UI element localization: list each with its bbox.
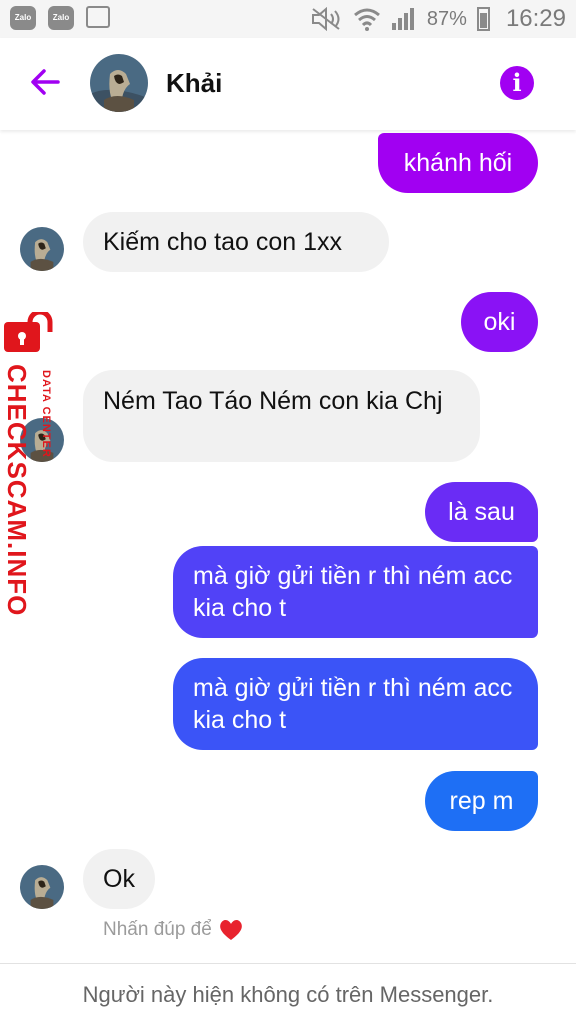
status-bar: Zalo Zalo 87% 16:29: [0, 0, 576, 38]
message-bubble-incoming[interactable]: Ném Tao Táo Ném con kia Chj: [83, 370, 480, 462]
gallery-icon: [86, 6, 110, 28]
back-arrow-icon[interactable]: [28, 64, 64, 100]
zalo-app-icon-2: Zalo: [48, 6, 74, 30]
unavailable-notice: Người này hiện không có trên Messenger.: [82, 982, 494, 1007]
info-icon[interactable]: i: [500, 66, 534, 100]
message-bubble-incoming[interactable]: Ok: [83, 849, 155, 909]
conversation-header: Khải i: [0, 38, 576, 130]
message-bubble-incoming[interactable]: Kiếm cho tao con 1xx: [83, 212, 389, 272]
signal-icon: [391, 8, 414, 30]
message-bubble-outgoing[interactable]: mà giờ gửi tiền r thì ném acc kia cho t: [173, 546, 538, 638]
double-tap-hint-text: Nhấn đúp để: [103, 919, 212, 940]
heart-icon[interactable]: [218, 918, 244, 942]
mute-icon: [311, 7, 340, 31]
message-bubble-outgoing[interactable]: mà giờ gửi tiền r thì ném acc kia cho t: [173, 658, 538, 750]
message-bubble-outgoing[interactable]: oki: [461, 292, 538, 352]
battery-percent: 87%: [426, 7, 467, 30]
battery-icon: [476, 7, 490, 31]
watermark: CHECKSCAM.INFO DATA CENTER: [0, 312, 70, 616]
watermark-subtext: DATA CENTER: [40, 370, 52, 458]
contact-avatar[interactable]: [90, 54, 148, 112]
watermark-text: CHECKSCAM.INFO: [2, 364, 32, 617]
lock-icon: [4, 312, 53, 352]
double-tap-hint[interactable]: Nhấn đúp để: [103, 918, 244, 942]
footer-divider: [0, 963, 576, 964]
message-bubble-outgoing[interactable]: rep m: [425, 771, 538, 831]
sender-avatar: [20, 227, 64, 271]
message-bubble-outgoing[interactable]: khánh hối: [378, 133, 538, 193]
zalo-app-icon: Zalo: [10, 6, 36, 30]
wifi-icon: [353, 8, 380, 31]
clock: 16:29: [505, 5, 566, 32]
contact-name: Khải: [166, 68, 223, 98]
message-bubble-outgoing[interactable]: là sau: [425, 482, 538, 542]
sender-avatar: [20, 865, 64, 909]
